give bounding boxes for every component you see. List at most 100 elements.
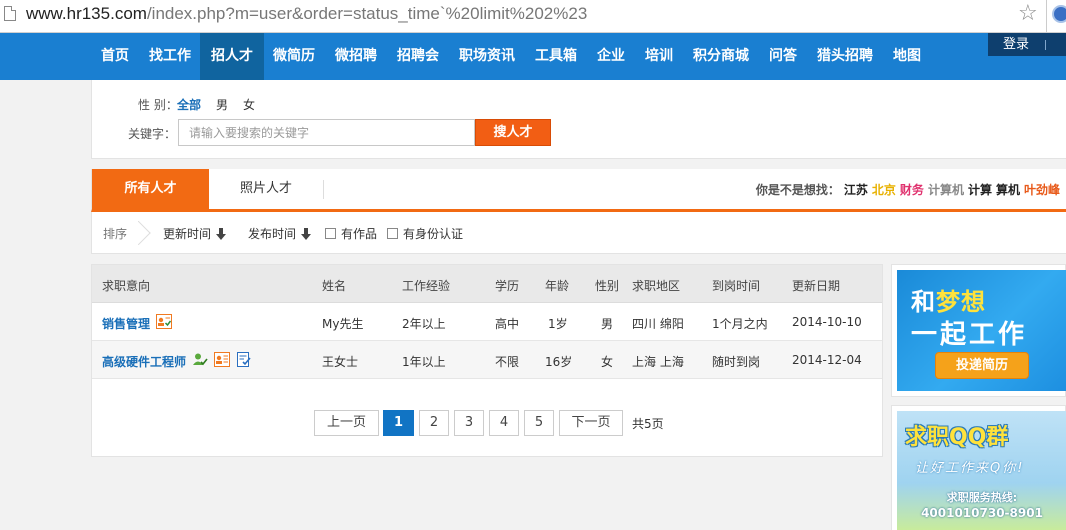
nav-item-micro-recruit[interactable]: 微招聘: [324, 33, 388, 80]
suggest-keyword[interactable]: 算机: [996, 183, 1020, 197]
job-intention-link[interactable]: 销售管理: [102, 315, 150, 332]
ad-headline-b: 梦想: [936, 288, 986, 316]
update-date: 2014-12-04: [792, 353, 862, 367]
column-header: 求职意向: [102, 279, 151, 293]
tab-all-talent[interactable]: 所有人才: [92, 169, 209, 209]
job-intention-link[interactable]: 高级硬件工程师: [102, 353, 186, 370]
suggest-keyword[interactable]: 财务: [900, 183, 924, 197]
nav-item-points-mall[interactable]: 积分商城: [682, 33, 760, 80]
ad-qq-title: 求职QQ群: [905, 425, 1009, 450]
login-divider: [1045, 40, 1046, 50]
column-header: 更新日期: [792, 279, 841, 293]
nav-item-find-job[interactable]: 找工作: [138, 33, 202, 80]
ad-headline-a: 和: [911, 288, 936, 316]
sort-update-label: 更新时间: [163, 227, 212, 241]
education: 高中: [495, 317, 520, 331]
page-button-4[interactable]: 4: [489, 410, 519, 436]
talent-tabs: 所有人才 照片人才 你是不是想找： 江苏 北京 财务 计算机 计算 算机 叶劲峰: [91, 169, 1066, 212]
gender: 女: [601, 355, 614, 369]
sort-by-update-time[interactable]: 更新时间: [163, 225, 227, 242]
nav-item-map[interactable]: 地图: [882, 33, 932, 80]
page-icon: [4, 6, 16, 21]
bookmark-star-icon[interactable]: ☆: [1018, 2, 1038, 26]
age: 1岁: [548, 317, 568, 331]
nav-item-micro-resume[interactable]: 微简历: [262, 33, 326, 80]
nav-item-job-fair[interactable]: 招聘会: [386, 33, 450, 80]
page-button-2[interactable]: 2: [419, 410, 449, 436]
arrival-time: 1个月之内: [712, 317, 768, 331]
suggest-keyword[interactable]: 计算机: [928, 183, 964, 197]
arrow-down-icon: [216, 228, 227, 240]
work-experience: 2年以上: [402, 317, 446, 331]
keyword-label: 关键字：: [128, 127, 177, 141]
prev-page-button[interactable]: 上一页: [314, 410, 379, 436]
tab-photo-talent[interactable]: 照片人才: [209, 169, 323, 209]
chevron-right-icon: [138, 221, 151, 245]
total-pages: 共5页: [632, 417, 664, 431]
keyword-search-input[interactable]: [178, 119, 475, 146]
filter-has-works-checkbox[interactable]: 有作品: [325, 225, 377, 242]
search-talent-button[interactable]: 搜人才: [475, 119, 551, 146]
nav-item-training[interactable]: 培训: [634, 33, 684, 80]
browser-address-bar: www.hr135.com/index.php?m=user&order=sta…: [0, 0, 1066, 33]
suggest-keyword[interactable]: 北京: [872, 183, 896, 197]
gender-label: 性 别：: [138, 98, 178, 112]
login-link[interactable]: 登录: [1003, 36, 1029, 54]
nav-item-recruit-talent[interactable]: 招人才: [200, 33, 264, 80]
gender-option-male[interactable]: 男: [216, 96, 228, 113]
sort-label: 排序: [103, 227, 128, 241]
nav-item-toolbox[interactable]: 工具箱: [524, 33, 588, 80]
submit-resume-button[interactable]: 投递简历: [935, 352, 1029, 379]
main-nav: 首页 找工作 招人才 微简历 微招聘 招聘会 职场资讯 工具箱 企业 培训 积分…: [0, 33, 1066, 80]
nav-item-career-news[interactable]: 职场资讯: [448, 33, 526, 80]
resume-check-icon: [237, 352, 251, 367]
page-button-5[interactable]: 5: [524, 410, 554, 436]
sort-bar: 排序 更新时间 发布时间 有作品 有身份认证: [91, 212, 1066, 254]
photo-id-icon: [214, 352, 230, 367]
arrival-time: 随时到岗: [712, 355, 761, 369]
gender-option-all[interactable]: 全部: [177, 96, 201, 113]
column-header: 学历: [495, 279, 520, 293]
keyword-suggestions: 你是不是想找： 江苏 北京 财务 计算机 计算 算机 叶劲峰: [756, 181, 1060, 198]
arrow-down-icon: [301, 228, 312, 240]
column-header: 求职地区: [632, 279, 681, 293]
suggest-keyword[interactable]: 江苏: [844, 183, 868, 197]
toolbar-divider: [1046, 0, 1047, 32]
column-header: 性别: [595, 279, 620, 293]
suggest-keyword[interactable]: 叶劲峰: [1024, 183, 1060, 197]
column-header: 到岗时间: [712, 279, 761, 293]
tab-divider: [323, 180, 324, 199]
column-header: 姓名: [322, 279, 347, 293]
nav-item-company[interactable]: 企业: [586, 33, 636, 80]
ad-dream-work-banner[interactable]: 和梦想 一起工作 投递简历: [891, 264, 1066, 397]
suggest-label: 你是不是想找：: [755, 183, 840, 197]
url-path: /index.php?m=user&order=status_time`%20l…: [146, 4, 588, 23]
ad-subheadline: 一起工作: [911, 320, 1028, 350]
ad-banner-image: 和梦想 一起工作 投递简历: [897, 270, 1066, 391]
id-verified-label: 有身份认证: [403, 227, 464, 241]
gender: 男: [601, 317, 614, 331]
column-header: 年龄: [545, 279, 570, 293]
suggest-keyword[interactable]: 计算: [968, 183, 992, 197]
sort-by-publish-time[interactable]: 发布时间: [248, 225, 312, 242]
gender-option-female[interactable]: 女: [243, 96, 255, 113]
ad-qq-group-banner[interactable]: 求职QQ群 让好工作来Q你! 求职服务热线: 4001010730-8901: [891, 405, 1066, 530]
nav-item-qa[interactable]: 问答: [758, 33, 808, 80]
ad-hotline-number: 4001010730-8901: [921, 506, 1043, 520]
age: 16岁: [545, 355, 573, 369]
browser-globe-icon[interactable]: [1052, 5, 1066, 23]
search-filter-panel: 性 别： 全部 男 女 关键字： 搜人才: [91, 80, 1066, 159]
candidate-name: 王女士: [322, 355, 359, 369]
filter-id-verified-checkbox[interactable]: 有身份认证: [387, 225, 463, 242]
page-button-3[interactable]: 3: [454, 410, 484, 436]
next-page-button[interactable]: 下一页: [559, 410, 623, 436]
nav-item-headhunter[interactable]: 猎头招聘: [806, 33, 884, 80]
table-row[interactable]: 销售管理 My先生 2年以上 高中 1岁 男 四川 绵阳 1个月之内 2014-…: [92, 303, 882, 341]
table-row[interactable]: 高级硬件工程师 王女士 1年以上 不限 16岁 女 上海 上海 随时到岗 201…: [92, 341, 882, 379]
verified-user-icon: [193, 353, 208, 366]
talent-results-table: 求职意向 姓名 工作经验 学历 年龄 性别 求职地区 到岗时间 更新日期 销售管…: [91, 264, 883, 457]
has-works-label: 有作品: [341, 227, 378, 241]
nav-item-home[interactable]: 首页: [90, 33, 140, 80]
url-field[interactable]: www.hr135.com/index.php?m=user&order=sta…: [26, 4, 587, 24]
page-button-1[interactable]: 1: [383, 410, 414, 436]
